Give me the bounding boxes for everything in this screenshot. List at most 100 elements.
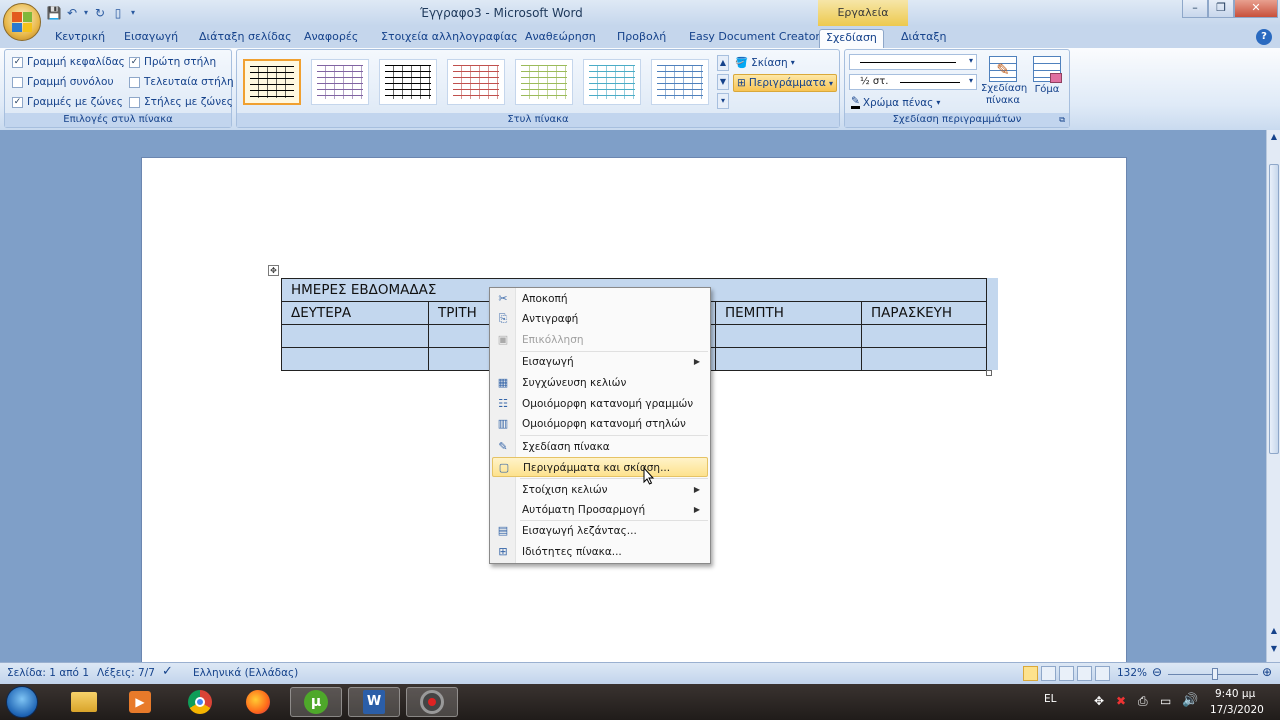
table-move-handle-icon[interactable]: ✥ — [268, 265, 279, 276]
last-column-checkbox[interactable]: Τελευταία στήλη — [129, 76, 234, 88]
table-style-swatch[interactable] — [243, 59, 301, 105]
shading-button[interactable]: 🪣 Σκίαση ▾ — [735, 56, 795, 70]
dropdown-arrow-icon[interactable]: ▾ — [82, 5, 90, 21]
office-button[interactable] — [3, 3, 41, 41]
save-icon[interactable]: 💾 — [46, 5, 62, 21]
table-style-swatch[interactable] — [379, 59, 437, 105]
tab-home[interactable]: Κεντρική — [49, 29, 111, 48]
tab-page-layout[interactable]: Διάταξη σελίδας — [193, 29, 298, 48]
table-cell[interactable] — [281, 324, 429, 348]
tab-mailings[interactable]: Στοιχεία αλληλογραφίας — [375, 29, 524, 48]
web-layout-icon[interactable] — [1059, 666, 1074, 681]
menu-item-table-properties[interactable]: ⊞ Ιδιότητες πίνακα... — [492, 542, 708, 562]
banded-columns-checkbox[interactable]: Στήλες με ζώνες — [129, 96, 233, 108]
table-cell[interactable] — [861, 347, 987, 371]
firefox-taskbar-icon[interactable] — [232, 687, 284, 717]
menu-item-autofit[interactable]: Αυτόματη Προσαρμογή ▶ — [492, 500, 708, 520]
menu-item-distribute-rows[interactable]: ☷ Ομοιόμορφη κατανομή γραμμών — [492, 394, 708, 414]
outline-view-icon[interactable] — [1077, 666, 1092, 681]
word-taskbar-icon[interactable]: W — [348, 687, 400, 717]
menu-item-insert[interactable]: Εισαγωγή ▶ — [492, 352, 708, 372]
zoom-level[interactable]: 132% — [1117, 667, 1147, 679]
scroll-down-icon[interactable]: ▼ — [1268, 644, 1280, 656]
scroll-up-icon[interactable]: ▲ — [1268, 626, 1280, 638]
clock-date[interactable]: 17/3/2020 — [1210, 704, 1264, 716]
new-document-icon[interactable]: ▯ — [110, 5, 126, 21]
page-count[interactable]: Σελίδα: 1 από 1 — [7, 667, 89, 679]
table-cell-thursday[interactable]: ΠΕΜΠΤΗ — [715, 301, 862, 325]
draw-table-button[interactable]: ✎ Σχεδίαση πίνακα — [981, 54, 1027, 114]
alert-icon[interactable]: ✖ — [1116, 694, 1126, 708]
zoom-out-icon[interactable]: ⊖ — [1152, 665, 1162, 679]
table-style-swatch[interactable] — [515, 59, 573, 105]
gallery-more-icon[interactable]: ▾ — [717, 93, 729, 109]
table-cell[interactable] — [715, 324, 862, 348]
print-layout-view-icon[interactable] — [1023, 666, 1038, 681]
monitor-icon[interactable]: ▭ — [1160, 694, 1171, 708]
menu-item-copy[interactable]: ⎘ Αντιγραφή — [492, 309, 708, 329]
menu-item-draw-table[interactable]: ✎ Σχεδίαση πίνακα — [492, 437, 708, 457]
explorer-taskbar-icon[interactable] — [58, 687, 110, 717]
tab-view[interactable]: Προβολή — [611, 29, 672, 48]
table-cell[interactable] — [715, 347, 862, 371]
menu-item-merge-cells[interactable]: ▦ Συγχώνευση κελιών — [492, 373, 708, 393]
word-count[interactable]: Λέξεις: 7/7 — [97, 667, 155, 679]
borders-button[interactable]: ⊞ Περιγράμματα ▾ — [733, 74, 837, 92]
clock-time[interactable]: 9:40 μμ — [1215, 688, 1255, 700]
table-cell[interactable] — [861, 324, 987, 348]
table-cell[interactable] — [281, 347, 429, 371]
tab-layout[interactable]: Διάταξη — [895, 29, 952, 48]
tab-insert[interactable]: Εισαγωγή — [118, 29, 184, 48]
banded-rows-checkbox[interactable]: ✓ Γραμμές με ζώνες — [12, 96, 123, 108]
zoom-in-icon[interactable]: ⊕ — [1262, 665, 1272, 679]
header-row-checkbox[interactable]: ✓ Γραμμή κεφαλίδας — [12, 56, 125, 68]
zoom-slider-thumb[interactable] — [1212, 668, 1218, 680]
printer-icon[interactable]: ⎙ — [1138, 694, 1148, 709]
network-icon[interactable]: ✥ — [1094, 694, 1104, 708]
menu-item-cell-alignment[interactable]: Στοίχιση κελιών ▶ — [492, 480, 708, 500]
chrome-taskbar-icon[interactable] — [174, 687, 226, 717]
table-cell-monday[interactable]: ΔΕΥΤΕΡΑ — [281, 301, 429, 325]
pen-color-button[interactable]: ✎ Χρώμα πένας ▾ — [851, 96, 940, 109]
menu-item-cut[interactable]: ✂ Αποκοπή — [492, 289, 708, 309]
customize-toolbar-icon[interactable]: ▾ — [128, 5, 138, 21]
undo-icon[interactable]: ↶ — [64, 5, 80, 21]
maximize-button[interactable]: ❐ — [1208, 0, 1234, 18]
table-style-swatch[interactable] — [447, 59, 505, 105]
volume-icon[interactable]: 🔊 — [1182, 693, 1198, 708]
utorrent-taskbar-icon[interactable]: µ — [290, 687, 342, 717]
eraser-button[interactable]: Γόμα — [1029, 54, 1065, 114]
media-player-taskbar-icon[interactable]: ▶ — [114, 687, 166, 717]
draft-view-icon[interactable] — [1095, 666, 1110, 681]
first-column-checkbox[interactable]: ✓ Πρώτη στήλη — [129, 56, 216, 68]
full-screen-reading-icon[interactable] — [1041, 666, 1056, 681]
menu-item-distribute-columns[interactable]: ▥ Ομοιόμορφη κατανομή στηλών — [492, 414, 708, 434]
gallery-down-icon[interactable]: ▼ — [717, 74, 729, 90]
table-style-swatch[interactable] — [583, 59, 641, 105]
gallery-up-icon[interactable]: ▲ — [717, 55, 729, 71]
table-style-swatch[interactable] — [651, 59, 709, 105]
keyboard-language[interactable]: EL — [1044, 693, 1056, 705]
scroll-up-icon[interactable]: ▲ — [1268, 132, 1280, 144]
scroll-thumb[interactable] — [1269, 164, 1279, 454]
total-row-checkbox[interactable]: Γραμμή συνόλου — [12, 76, 114, 88]
proofing-icon[interactable]: ✓ — [162, 664, 173, 679]
tab-design[interactable]: Σχεδίαση — [819, 29, 884, 48]
menu-item-borders-shading[interactable]: ▢ Περιγράμματα και σκίαση... — [492, 457, 708, 477]
close-button[interactable]: ✕ — [1234, 0, 1278, 18]
tab-references[interactable]: Αναφορές — [298, 29, 364, 48]
language-indicator[interactable]: Ελληνικά (Ελλάδας) — [193, 667, 298, 679]
menu-item-insert-caption[interactable]: ▤ Εισαγωγή λεζάντας... — [492, 521, 708, 541]
vertical-scrollbar[interactable]: ▲ ▲ ▼ — [1266, 130, 1280, 662]
table-cell-friday[interactable]: ΠΑΡΑΣΚΕΥΗ — [861, 301, 987, 325]
table-resize-handle[interactable] — [986, 370, 992, 376]
pen-style-dropdown[interactable]: ▾ — [849, 54, 977, 70]
redo-icon[interactable]: ↻ — [92, 5, 108, 21]
start-button-icon[interactable] — [6, 686, 38, 718]
minimize-button[interactable]: – — [1182, 0, 1208, 18]
recorder-taskbar-icon[interactable] — [406, 687, 458, 717]
help-icon[interactable]: ? — [1256, 29, 1272, 45]
pen-weight-dropdown[interactable]: ½ στ. ▾ — [849, 74, 977, 90]
dialog-launcher-icon[interactable]: ⧉ — [1059, 113, 1065, 127]
tab-review[interactable]: Αναθεώρηση — [519, 29, 602, 48]
